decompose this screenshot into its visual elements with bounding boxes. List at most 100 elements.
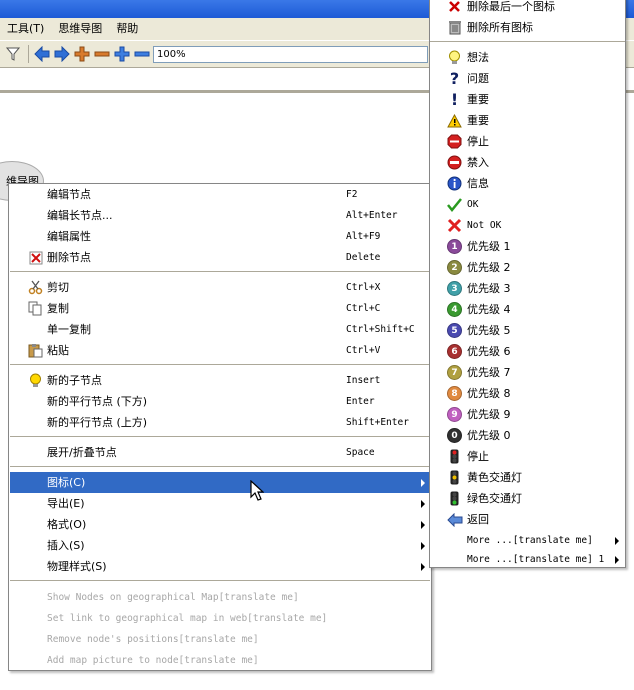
submenu-item-traffic-green[interactable]: 绿色交通灯	[430, 488, 625, 509]
submenu-arrow-icon	[615, 537, 619, 545]
submenu-item-priority-6[interactable]: 6 优先级 6	[430, 341, 625, 362]
menu-item-new-sibling-below[interactable]: 新的平行节点 (下方) Enter	[10, 391, 430, 412]
menu-item-icons[interactable]: 图标(C)	[10, 472, 430, 493]
submenu-arrow-icon	[421, 542, 425, 550]
menu-mindmap[interactable]: 思维导图	[51, 18, 109, 40]
traffic-light-yellow-icon	[446, 469, 463, 486]
checkmark-icon	[446, 196, 463, 213]
no-entry-icon	[446, 154, 463, 171]
menu-separator	[10, 466, 430, 467]
menu-separator	[10, 364, 430, 365]
submenu-item-remove-all-icons[interactable]: 删除所有图标	[430, 17, 625, 38]
menu-item-physical-style[interactable]: 物理样式(S)	[10, 556, 430, 577]
submenu-item-priority-3[interactable]: 3 优先级 3	[430, 278, 625, 299]
menu-separator	[10, 436, 430, 437]
menu-item-edit-long-node[interactable]: 编辑长节点... Alt+Enter	[10, 205, 430, 226]
submenu-item-traffic-red[interactable]: 停止	[430, 446, 625, 467]
priority-8-icon: 8	[446, 385, 463, 402]
icons-submenu: 删除最后一个图标 删除所有图标 想法 ? 问题 ! 重要 重要 停止 禁入 信息…	[429, 0, 626, 568]
menu-item-new-child[interactable]: 新的子节点 Insert	[10, 370, 430, 391]
priority-6-icon: 6	[446, 343, 463, 360]
info-icon	[446, 175, 463, 192]
context-menu: 编辑节点 F2 编辑长节点... Alt+Enter 编辑属性 Alt+F9 删…	[8, 183, 432, 671]
submenu-item-info[interactable]: 信息	[430, 173, 625, 194]
lightbulb-icon	[27, 372, 44, 389]
submenu-item-more[interactable]: More ...[translate me]	[430, 530, 625, 551]
zoom-in-icon[interactable]	[113, 45, 131, 63]
submenu-item-back[interactable]: 返回	[430, 509, 625, 530]
submenu-item-warning[interactable]: 重要	[430, 110, 625, 131]
priority-7-icon: 7	[446, 364, 463, 381]
menu-item-show-geo-map: Show Nodes on geographical Map[translate…	[47, 592, 299, 603]
delete-node-icon	[27, 249, 44, 266]
menu-item-export[interactable]: 导出(E)	[10, 493, 430, 514]
priority-3-icon: 3	[446, 280, 463, 297]
menu-help[interactable]: 帮助	[109, 18, 145, 40]
traffic-light-green-icon	[446, 490, 463, 507]
arrow-right-icon[interactable]	[53, 45, 71, 63]
stop-sign-icon	[446, 133, 463, 150]
submenu-item-priority-9[interactable]: 9 优先级 9	[430, 404, 625, 425]
menu-item-insert[interactable]: 插入(S)	[10, 535, 430, 556]
submenu-item-more-1[interactable]: More ...[translate me] 1	[430, 551, 625, 568]
menu-item-cut[interactable]: 剪切 Ctrl+X	[10, 277, 430, 298]
menu-item-new-sibling-above[interactable]: 新的平行节点 (上方) Shift+Enter	[10, 412, 430, 433]
submenu-item-priority-2[interactable]: 2 优先级 2	[430, 257, 625, 278]
x-mark-icon	[446, 217, 463, 234]
menu-separator	[10, 580, 430, 581]
zoom-input[interactable]	[153, 45, 428, 63]
priority-2-icon: 2	[446, 259, 463, 276]
menu-item-format[interactable]: 格式(O)	[10, 514, 430, 535]
idea-icon	[446, 49, 463, 66]
submenu-arrow-icon	[421, 479, 425, 487]
submenu-arrow-icon	[615, 556, 619, 564]
submenu-item-stop[interactable]: 停止	[430, 131, 625, 152]
priority-5-icon: 5	[446, 322, 463, 339]
zoom-out-icon[interactable]	[133, 45, 151, 63]
menu-item-edit-attributes[interactable]: 编辑属性 Alt+F9	[10, 226, 430, 247]
submenu-item-priority-7[interactable]: 7 优先级 7	[430, 362, 625, 383]
delete-last-icon	[446, 0, 463, 15]
menu-item-single-copy[interactable]: 单一复制 Ctrl+Shift+C	[10, 319, 430, 340]
submenu-arrow-icon	[421, 563, 425, 571]
trash-icon	[446, 19, 463, 36]
priority-0-icon: 0	[446, 427, 463, 444]
submenu-item-priority-5[interactable]: 5 优先级 5	[430, 320, 625, 341]
submenu-item-traffic-yellow[interactable]: 黄色交通灯	[430, 467, 625, 488]
plus-orange-icon[interactable]	[73, 45, 91, 63]
menu-item-edit-node[interactable]: 编辑节点 F2	[10, 184, 430, 205]
menu-item-remove-positions: Remove node's positions[translate me]	[47, 634, 259, 645]
arrow-left-icon[interactable]	[33, 45, 51, 63]
toolbar-separator	[28, 45, 29, 63]
submenu-arrow-icon	[421, 500, 425, 508]
filter-icon[interactable]	[4, 45, 22, 63]
exclamation-icon: !	[450, 90, 459, 109]
menu-item-toggle-fold[interactable]: 展开/折叠节点 Space	[10, 442, 430, 463]
submenu-item-ok[interactable]: OK	[430, 194, 625, 215]
menu-tools[interactable]: 工具(T)	[0, 18, 51, 40]
minus-orange-icon[interactable]	[93, 45, 111, 63]
menu-item-copy[interactable]: 复制 Ctrl+C	[10, 298, 430, 319]
menu-item-set-geo-link: Set link to geographical map in web[tran…	[47, 613, 328, 624]
submenu-item-remove-last-icon[interactable]: 删除最后一个图标	[430, 0, 625, 17]
copy-icon	[27, 300, 44, 317]
priority-9-icon: 9	[446, 406, 463, 423]
submenu-item-idea[interactable]: 想法	[430, 47, 625, 68]
submenu-item-priority-8[interactable]: 8 优先级 8	[430, 383, 625, 404]
submenu-item-not-ok[interactable]: Not OK	[430, 215, 625, 236]
submenu-item-priority-4[interactable]: 4 优先级 4	[430, 299, 625, 320]
menu-separator	[10, 271, 430, 272]
menu-item-add-map-picture: Add map picture to node[translate me]	[47, 655, 259, 666]
submenu-item-no-entry[interactable]: 禁入	[430, 152, 625, 173]
question-icon: ?	[449, 69, 460, 88]
submenu-item-priority-0[interactable]: 0 优先级 0	[430, 425, 625, 446]
menu-item-delete-node[interactable]: 删除节点 Delete	[10, 247, 430, 268]
warning-icon	[446, 112, 463, 129]
priority-4-icon: 4	[446, 301, 463, 318]
menu-item-paste[interactable]: 粘贴 Ctrl+V	[10, 340, 430, 361]
submenu-item-question[interactable]: ? 问题	[430, 68, 625, 89]
submenu-item-priority-1[interactable]: 1 优先级 1	[430, 236, 625, 257]
submenu-arrow-icon	[421, 521, 425, 529]
back-arrow-icon	[446, 511, 463, 528]
submenu-item-important[interactable]: ! 重要	[430, 89, 625, 110]
